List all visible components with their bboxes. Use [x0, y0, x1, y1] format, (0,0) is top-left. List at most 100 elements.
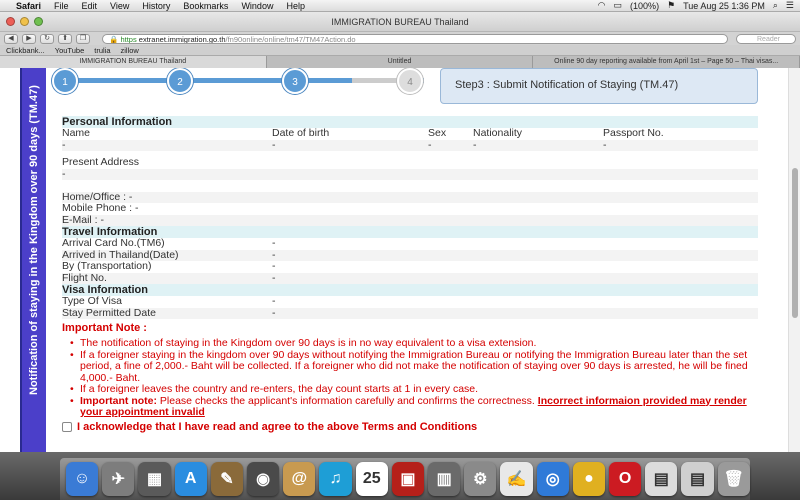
window-titlebar: IMMIGRATION BUREAU Thailand [0, 12, 800, 32]
lock-icon: 🔒 [109, 34, 119, 44]
app-store-icon[interactable]: A [174, 462, 207, 496]
battery-percent: (100%) [630, 0, 660, 11]
contacts-icon[interactable]: @ [283, 462, 316, 496]
visa-label: Type Of Visa [62, 295, 122, 307]
textedit-icon[interactable]: ✍ [500, 462, 533, 496]
stack-icon[interactable]: ▤ [681, 462, 714, 496]
address-blank [62, 180, 758, 192]
visa-row: Type Of Visa - [62, 295, 758, 308]
personal-values: - - - - - [62, 138, 758, 151]
safari-icon[interactable]: ◎ [536, 462, 569, 496]
battery-icon[interactable]: ▭ [614, 0, 623, 11]
menu-app[interactable]: Safari [16, 1, 41, 11]
step-indicator: 1 2 3 4 [52, 68, 432, 98]
col-nationality: Nationality [473, 127, 523, 139]
bookmarks-bar: Clickbank... YouTube trulia zillow [0, 45, 800, 56]
present-address-value: - [62, 168, 758, 180]
form-content: Personal Information Name Date of birth … [62, 116, 758, 433]
menu-file[interactable]: File [54, 1, 69, 11]
step-4: 4 [397, 68, 423, 94]
menu-edit[interactable]: Edit [82, 1, 98, 11]
window-controls [6, 17, 43, 26]
flag-icon[interactable]: ⚑ [667, 0, 675, 11]
spotlight-icon[interactable]: ⌕ [773, 0, 778, 11]
url-host: extranet.immigration.go.th [138, 34, 226, 44]
bookmark-zillow[interactable]: zillow [121, 46, 139, 55]
tab-immigration[interactable]: IMMIGRATION BUREAU Thailand [0, 56, 267, 68]
travel-label: By (Transportation) [62, 260, 152, 272]
wifi-icon[interactable]: ◠ [598, 0, 606, 11]
note-bold: Important note: [80, 394, 157, 407]
col-dob: Date of birth [272, 127, 330, 139]
reload-button[interactable]: ↻ [40, 33, 54, 44]
calendar-icon[interactable]: 25 [355, 462, 388, 496]
url-prefix: https [120, 34, 137, 44]
chrome-icon[interactable]: ● [572, 462, 606, 496]
travel-value: - [272, 260, 276, 272]
travel-label: Arrival Card No.(TM6) [62, 237, 165, 249]
acknowledge-row: I acknowledge that I have read and agree… [62, 421, 758, 433]
bookmark-trulia[interactable]: trulia [94, 46, 110, 55]
menu-bookmarks[interactable]: Bookmarks [183, 1, 228, 11]
menu-view[interactable]: View [110, 1, 129, 11]
menu-window[interactable]: Window [241, 1, 273, 11]
bookmarks-button[interactable]: ❐ [76, 33, 90, 44]
clock[interactable]: Tue Aug 25 1:36 PM [683, 1, 765, 11]
mobile-phone: Mobile Phone : - [62, 202, 139, 214]
page-sidebar: Notification of staying in the Kingdom o… [20, 68, 46, 452]
val-dob: - [272, 138, 276, 151]
bookmark-clickbank[interactable]: Clickbank... [6, 46, 45, 55]
dock-shelf: ☺ ✈ ▦ A ✎ ◉ @ ♫ 25 ▣ ▥ ⚙ ✍ ◎ ● O ▤ ▤ 🗑 [60, 458, 750, 500]
preview-icon[interactable]: ✎ [210, 462, 244, 496]
back-button[interactable]: ◀ [4, 33, 18, 44]
menu-bar: Safari File Edit View History Bookmarks … [0, 0, 800, 12]
notification-icon[interactable]: ☰ [786, 0, 794, 11]
val-nationality: - [473, 138, 477, 151]
step-2: 2 [167, 68, 193, 94]
mission-control-icon[interactable]: ▦ [138, 462, 171, 496]
trash-icon[interactable]: 🗑 [717, 462, 750, 496]
address-bar[interactable]: 🔒 https extranet.immigration.go.th/fn90o… [102, 33, 728, 44]
browser-toolbar: ◀ ▶ ↻ ⬆ ❐ 🔒 https extranet.immigration.g… [0, 32, 800, 45]
travel-row: By (Transportation) - [62, 260, 758, 273]
travel-row: Arrival Card No.(TM6) - [62, 237, 758, 250]
important-notes-list: The notification of staying in the Kingd… [62, 337, 758, 419]
val-name: - [62, 138, 66, 151]
zoom-window-icon[interactable] [34, 17, 43, 26]
photo-booth-icon[interactable]: ▣ [391, 462, 425, 496]
note-item: The notification of staying in the Kingd… [62, 337, 758, 350]
tab-thai-visas[interactable]: Online 90 day reporting available from A… [533, 56, 800, 68]
launchpad-icon[interactable]: ✈ [102, 462, 135, 496]
acknowledge-label[interactable]: I acknowledge that I have read and agree… [77, 421, 477, 433]
menu-history[interactable]: History [142, 1, 170, 11]
reader-button[interactable]: Reader [736, 33, 796, 44]
web-page: Notification of staying in the Kingdom o… [0, 68, 800, 452]
travel-info-header: Travel Information [62, 226, 758, 238]
scroll-thumb[interactable] [792, 168, 798, 318]
bookmark-youtube[interactable]: YouTube [55, 46, 84, 55]
opera-icon[interactable]: O [609, 462, 642, 496]
page-scrollbar[interactable] [788, 68, 800, 452]
system-preferences-icon[interactable]: ⚙ [464, 462, 497, 496]
travel-label: Flight No. [62, 271, 107, 284]
menu-help[interactable]: Help [286, 1, 305, 11]
share-button[interactable]: ⬆ [58, 33, 72, 44]
travel-value: - [272, 237, 276, 249]
col-sex: Sex [428, 127, 447, 139]
home-office: Home/Office : - [62, 191, 758, 203]
minimize-window-icon[interactable] [20, 17, 29, 26]
acknowledge-checkbox[interactable] [62, 421, 72, 432]
tab-bar: IMMIGRATION BUREAU Thailand Untitled Onl… [0, 56, 800, 68]
itunes-icon[interactable]: ♫ [319, 462, 352, 496]
finder-icon[interactable]: ☺ [66, 462, 99, 496]
close-window-icon[interactable] [6, 17, 15, 26]
photos-icon[interactable]: ▥ [428, 462, 461, 496]
present-address-label: Present Address [62, 156, 140, 168]
facetime-icon[interactable]: ◉ [247, 462, 280, 496]
forward-button[interactable]: ▶ [22, 33, 36, 44]
step-3: 3 [282, 68, 308, 94]
current-step-label: Step3 : Submit Notification of Staying (… [440, 68, 758, 104]
tab-untitled[interactable]: Untitled [267, 56, 534, 68]
document-icon[interactable]: ▤ [645, 462, 678, 496]
visa-info-header: Visa Information [62, 284, 758, 296]
